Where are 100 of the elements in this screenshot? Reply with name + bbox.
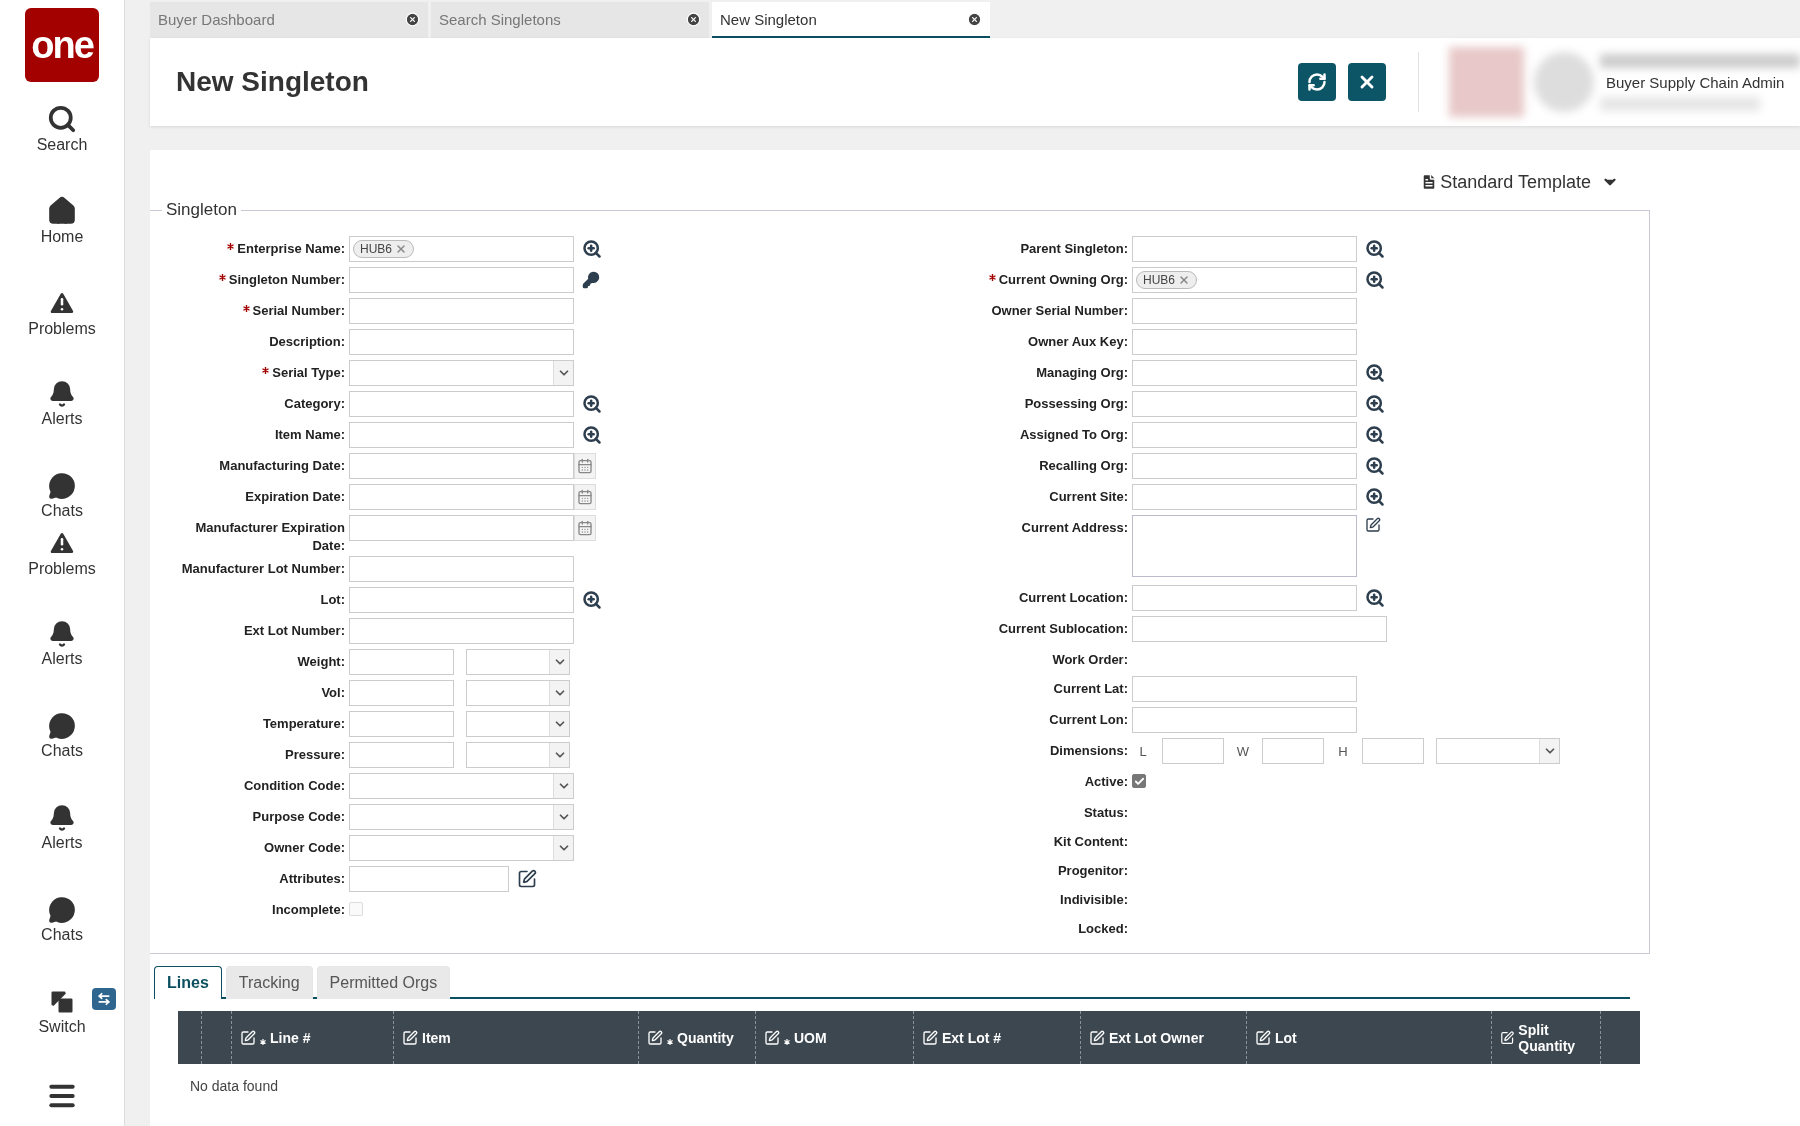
column-header[interactable]: Split Quantity — [1492, 1011, 1601, 1064]
search-icon[interactable] — [582, 425, 602, 445]
calendar-button[interactable] — [574, 484, 596, 510]
remove-icon[interactable] — [395, 243, 407, 255]
field-label: Parent Singleton: — [1020, 240, 1128, 258]
search-icon[interactable] — [1365, 270, 1385, 290]
text-field[interactable] — [349, 649, 454, 676]
search-icon[interactable] — [1365, 239, 1385, 259]
close-icon[interactable] — [967, 11, 982, 27]
section-tab[interactable]: Lines — [154, 966, 222, 999]
close-icon[interactable] — [405, 11, 420, 27]
section-tab[interactable]: Permitted Orgs — [316, 966, 451, 999]
text-field[interactable] — [349, 618, 574, 645]
text-field[interactable] — [1132, 298, 1357, 324]
dropdown[interactable] — [349, 360, 574, 386]
nav-item[interactable]: Search — [36, 104, 88, 196]
search-icon[interactable] — [582, 590, 602, 611]
text-field[interactable] — [1162, 738, 1224, 764]
nav-item[interactable]: Switch — [38, 988, 86, 1080]
search-icon[interactable] — [582, 394, 602, 414]
page-tab[interactable]: New Singleton — [712, 2, 990, 38]
search-icon[interactable] — [1365, 487, 1385, 507]
column-header[interactable]: Ext Lot # — [914, 1011, 1081, 1064]
nav-item[interactable]: Alerts — [41, 380, 83, 472]
search-icon[interactable] — [1365, 363, 1385, 383]
text-field[interactable] — [1132, 391, 1357, 417]
dropdown[interactable] — [1436, 738, 1560, 764]
text-field[interactable] — [1132, 676, 1357, 702]
column-header[interactable]: Item — [394, 1011, 639, 1064]
text-field[interactable] — [1262, 738, 1324, 764]
date-field[interactable] — [349, 453, 574, 479]
text-field[interactable] — [349, 587, 574, 614]
date-field[interactable] — [349, 484, 574, 510]
remove-icon[interactable] — [1178, 274, 1190, 286]
page-tab[interactable]: Search Singletons — [431, 2, 709, 38]
template-selector[interactable]: Standard Template — [1414, 164, 1625, 200]
nav-item[interactable]: Alerts — [41, 804, 83, 896]
checkbox[interactable] — [1132, 774, 1146, 788]
column-header[interactable]: Quantity — [639, 1011, 756, 1064]
text-field[interactable] — [1132, 360, 1357, 386]
page-tab[interactable]: Buyer Dashboard — [150, 2, 428, 38]
date-field[interactable] — [349, 515, 574, 541]
text-field[interactable] — [349, 267, 574, 293]
dropdown[interactable] — [466, 711, 570, 738]
field-label: Current Address: — [1021, 519, 1128, 537]
nav-item[interactable]: Chats — [41, 472, 83, 528]
dropdown[interactable] — [349, 804, 574, 831]
search-icon[interactable] — [1365, 425, 1385, 445]
nav-item[interactable]: Home — [40, 196, 84, 288]
calendar-button[interactable] — [574, 453, 596, 479]
text-field[interactable] — [1132, 585, 1357, 611]
nav-item[interactable]: Chats — [41, 712, 83, 804]
text-field[interactable] — [1132, 616, 1387, 642]
nav-item[interactable]: Problems — [28, 528, 96, 620]
calendar-button[interactable] — [574, 515, 596, 541]
text-field[interactable] — [349, 329, 574, 355]
text-field[interactable] — [349, 711, 454, 738]
search-icon[interactable] — [582, 239, 602, 259]
nav-item[interactable]: Problems — [28, 288, 96, 380]
dropdown[interactable] — [349, 773, 574, 800]
swap-button[interactable] — [91, 988, 116, 1010]
column-header[interactable]: Lot — [1247, 1011, 1492, 1064]
column-header[interactable]: Ext Lot Owner — [1081, 1011, 1247, 1064]
text-field[interactable] — [349, 742, 454, 769]
text-area[interactable] — [1132, 515, 1357, 577]
dropdown[interactable] — [349, 835, 574, 862]
edit-icon[interactable] — [517, 869, 537, 890]
text-field[interactable] — [1132, 707, 1357, 733]
nav-item[interactable]: Alerts — [41, 620, 83, 712]
dropdown[interactable] — [466, 742, 570, 769]
close-icon[interactable] — [686, 11, 701, 27]
edit-icon[interactable] — [1365, 517, 1381, 533]
text-field[interactable] — [1132, 484, 1357, 510]
section-tab[interactable]: Tracking — [225, 966, 313, 999]
text-field[interactable] — [1132, 329, 1357, 355]
dropdown[interactable] — [466, 649, 570, 676]
text-field[interactable] — [1362, 738, 1424, 764]
text-field[interactable] — [349, 866, 509, 893]
tag-field[interactable]: HUB6 — [349, 236, 574, 262]
column-header[interactable]: UOM — [756, 1011, 914, 1064]
key-icon[interactable] — [582, 271, 600, 289]
field-label: Attributes: — [279, 870, 345, 888]
search-icon[interactable] — [1365, 394, 1385, 414]
tag-field[interactable]: HUB6 — [1132, 267, 1357, 293]
text-field[interactable] — [1132, 422, 1357, 448]
text-field[interactable] — [349, 422, 574, 448]
search-icon[interactable] — [1365, 456, 1385, 476]
dropdown[interactable] — [466, 680, 570, 707]
close-button[interactable] — [1348, 63, 1386, 101]
refresh-button[interactable] — [1298, 63, 1336, 101]
text-field[interactable] — [349, 556, 574, 583]
text-field[interactable] — [1132, 453, 1357, 479]
text-field[interactable] — [349, 391, 574, 417]
text-field[interactable] — [349, 680, 454, 707]
nav-item[interactable]: Chats — [41, 896, 83, 988]
text-field[interactable] — [349, 298, 574, 324]
search-icon[interactable] — [1365, 588, 1385, 608]
column-header[interactable]: Line # — [232, 1011, 394, 1064]
text-field[interactable] — [1132, 236, 1357, 262]
logo[interactable]: one — [25, 8, 99, 82]
